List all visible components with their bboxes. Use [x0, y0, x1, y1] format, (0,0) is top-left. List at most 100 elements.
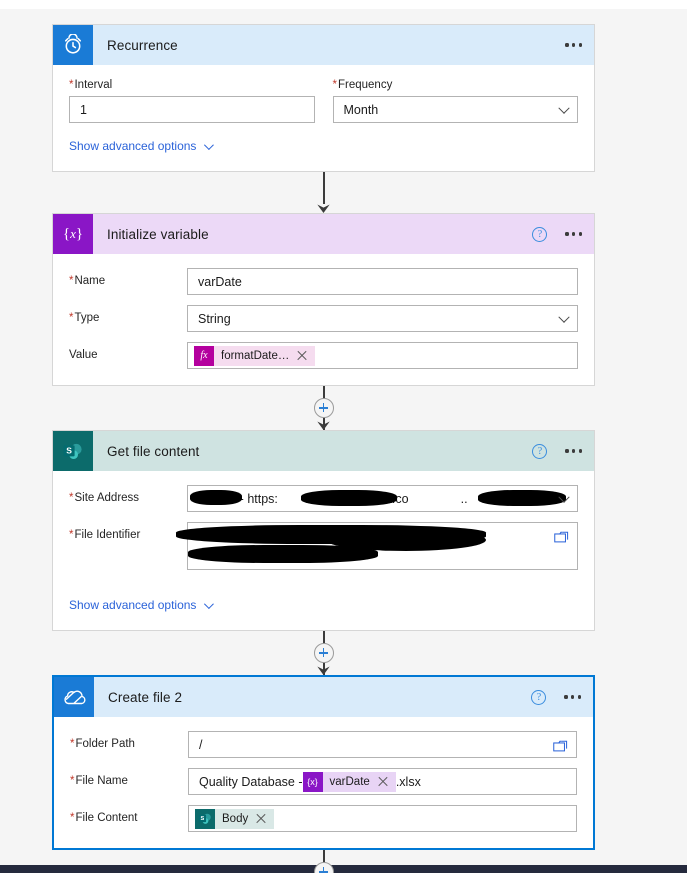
- field-control-name: varDate: [187, 268, 578, 295]
- insert-step-plus-button[interactable]: [313, 398, 334, 418]
- variable-name-input[interactable]: varDate: [187, 268, 578, 295]
- folder-picker-icon[interactable]: [553, 740, 568, 752]
- file-identifier-redaction: [176, 519, 577, 573]
- dynamic-content-token-body[interactable]: S Body: [195, 808, 275, 829]
- expression-token-formatdate[interactable]: fx formatDate…: [194, 345, 316, 366]
- flow-step-card-recurrence[interactable]: Recurrence *Interval 1 *Frequency Month …: [52, 24, 595, 172]
- card-menu-ellipsis-icon[interactable]: [563, 37, 584, 52]
- field-control-value: fx formatDate…: [187, 342, 578, 369]
- flow-steps-column: Recurrence *Interval 1 *Frequency Month …: [52, 24, 595, 873]
- card-menu-ellipsis-icon[interactable]: [563, 226, 584, 241]
- required-asterisk: *: [69, 79, 74, 91]
- card-header-initialize-variable[interactable]: {x} Initialize variable ?: [53, 214, 594, 254]
- insert-step-plus-button[interactable]: [313, 643, 334, 663]
- fx-icon: fx: [194, 345, 214, 366]
- field-control-file-identifier: [176, 522, 578, 570]
- field-control-site-address: m - https: sharepoint.co ..: [187, 485, 578, 512]
- field-frequency: *Frequency Month: [332, 79, 578, 123]
- help-icon[interactable]: ?: [532, 443, 548, 459]
- chevron-down-icon: [204, 139, 215, 150]
- show-advanced-options-recurrence[interactable]: Show advanced options: [69, 139, 215, 153]
- connector-initialize-to-getfile: [52, 386, 595, 430]
- card-body-get-file-content: *Site Address m - https: sharepoint.co .…: [53, 471, 594, 630]
- frequency-dropdown[interactable]: Month: [332, 96, 578, 123]
- flow-step-card-create-file-2[interactable]: Create file 2 ? *Folder Path / *File Nam…: [52, 675, 595, 850]
- variable-type-value: String: [198, 311, 231, 326]
- svg-text:S: S: [66, 445, 72, 455]
- required-asterisk: *: [69, 312, 74, 324]
- card-body-recurrence: *Interval 1 *Frequency Month Show advanc…: [53, 65, 594, 171]
- required-asterisk: *: [69, 529, 74, 541]
- card-menu-ellipsis-icon[interactable]: [562, 689, 583, 704]
- flow-step-card-get-file-content[interactable]: S Get file content ? *Site Address m - h…: [52, 430, 595, 631]
- flow-designer-canvas: Recurrence *Interval 1 *Frequency Month …: [0, 0, 687, 873]
- card-title-get-file-content: Get file content: [107, 443, 200, 459]
- interval-value: 1: [80, 102, 87, 117]
- folder-path-input[interactable]: /: [188, 731, 577, 758]
- field-control-file-content: S Body: [188, 805, 577, 832]
- arrow-down-icon: [317, 421, 330, 430]
- site-address-dropdown[interactable]: m - https: sharepoint.co ..: [187, 485, 578, 512]
- field-control-type: String: [187, 305, 578, 332]
- card-body-create-file-2: *Folder Path / *File Name Quality Databa…: [54, 717, 593, 848]
- sharepoint-icon: S: [53, 431, 93, 471]
- insert-step-plus-button[interactable]: [313, 862, 334, 873]
- folder-path-value: /: [199, 737, 203, 752]
- token-label: formatDate…: [221, 349, 290, 362]
- required-asterisk: *: [69, 275, 74, 287]
- field-file-content: *File Content S Body: [70, 805, 577, 832]
- card-title-initialize-variable: Initialize variable: [107, 226, 209, 242]
- remove-token-icon[interactable]: [295, 349, 309, 363]
- field-label-folder-path: *Folder Path: [70, 738, 135, 750]
- field-label-interval: *Interval: [69, 79, 113, 91]
- card-header-get-file-content[interactable]: S Get file content ?: [53, 431, 594, 471]
- field-folder-path: *Folder Path /: [70, 731, 577, 758]
- sharepoint-icon: S: [195, 808, 215, 829]
- card-header-create-file-2[interactable]: Create file 2 ?: [54, 677, 593, 717]
- bottom-app-bar: [0, 865, 687, 873]
- field-label-file-content: *File Content: [70, 812, 138, 824]
- card-title-recurrence: Recurrence: [107, 37, 178, 53]
- card-header-actions: [563, 25, 584, 65]
- field-label-file-identifier: *File Identifier: [69, 529, 141, 541]
- connector-getfile-to-createfile: [52, 631, 595, 675]
- arrow-down-icon: [317, 666, 330, 675]
- help-icon[interactable]: ?: [532, 226, 548, 242]
- file-content-input[interactable]: S Body: [188, 805, 577, 832]
- field-label-type: *Type: [69, 312, 100, 324]
- advanced-link-label: Show advanced options: [69, 139, 197, 153]
- chevron-down-icon: [558, 102, 570, 114]
- card-header-actions: ?: [532, 431, 584, 471]
- file-identifier-input[interactable]: [176, 522, 578, 570]
- advanced-link-label: Show advanced options: [69, 598, 197, 612]
- file-name-suffix-text: .xlsx: [395, 774, 421, 789]
- field-interval: *Interval 1: [69, 79, 315, 123]
- file-name-input[interactable]: Quality Database - {x} varDate .xlsx: [188, 768, 577, 795]
- card-menu-ellipsis-icon[interactable]: [563, 443, 584, 458]
- field-site-address: *Site Address m - https: sharepoint.co .…: [69, 485, 578, 512]
- variable-value-input[interactable]: fx formatDate…: [187, 342, 578, 369]
- chevron-down-icon: [558, 491, 570, 503]
- folder-picker-icon[interactable]: [554, 531, 569, 543]
- arrow-down-icon: [317, 204, 330, 213]
- remove-token-icon[interactable]: [376, 775, 390, 789]
- variable-braces-icon: {x}: [302, 771, 323, 792]
- variable-type-dropdown[interactable]: String: [187, 305, 578, 332]
- remove-token-icon[interactable]: [254, 812, 268, 826]
- variable-token-vardate[interactable]: {x} varDate: [302, 771, 396, 792]
- field-label-site-address: *Site Address: [69, 492, 140, 504]
- card-header-recurrence[interactable]: Recurrence: [53, 25, 594, 65]
- required-asterisk: *: [70, 812, 75, 824]
- card-title-create-file-2: Create file 2: [108, 689, 183, 705]
- show-advanced-options-get-file-content[interactable]: Show advanced options: [69, 598, 215, 612]
- card-header-actions: ?: [532, 214, 584, 254]
- field-name: *Name varDate: [69, 268, 578, 295]
- field-control-folder-path: /: [188, 731, 577, 758]
- flow-step-card-initialize-variable[interactable]: {x} Initialize variable ? *Name varDate …: [52, 213, 595, 386]
- interval-input[interactable]: 1: [69, 96, 315, 123]
- help-icon[interactable]: ?: [531, 689, 547, 705]
- required-asterisk: *: [70, 775, 75, 787]
- frequency-value: Month: [343, 102, 379, 117]
- card-body-initialize-variable: *Name varDate *Type String Value fx form…: [53, 254, 594, 385]
- top-white-strip: [0, 0, 687, 9]
